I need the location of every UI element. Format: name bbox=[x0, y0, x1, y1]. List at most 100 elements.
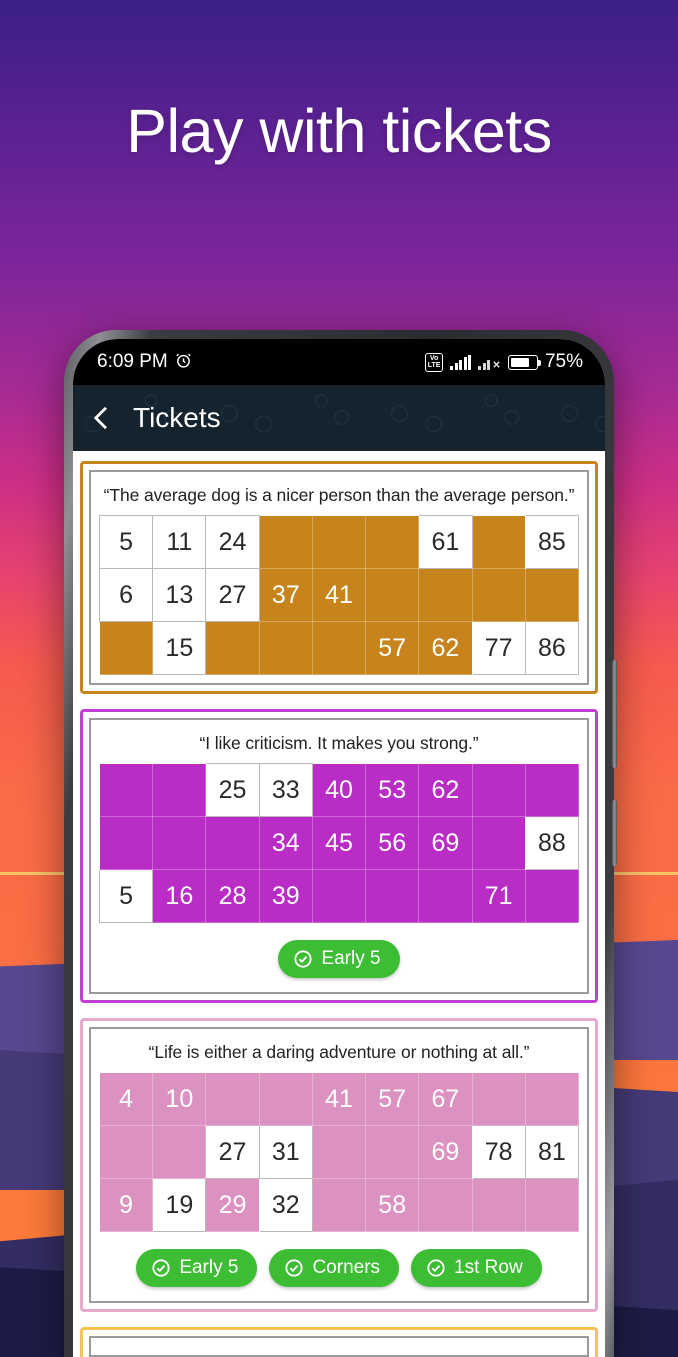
ticket-number-cell[interactable]: 41 bbox=[311, 1072, 367, 1126]
ticket-number-cell[interactable]: 67 bbox=[418, 1072, 473, 1126]
ticket-number-cell[interactable]: 41 bbox=[311, 568, 367, 622]
ticket-blank-cell[interactable] bbox=[418, 568, 473, 622]
ticket-blank-cell[interactable] bbox=[311, 1178, 367, 1232]
ticket-blank-cell[interactable] bbox=[524, 1178, 580, 1232]
ticket-blank-cell[interactable] bbox=[471, 816, 526, 870]
ticket-number-cell[interactable]: 40 bbox=[311, 763, 367, 817]
ticket-number-cell[interactable]: 85 bbox=[524, 515, 580, 569]
ticket-list[interactable]: “The average dog is a nicer person than … bbox=[73, 451, 605, 1357]
ticket-blank-cell[interactable] bbox=[471, 568, 526, 622]
prize-badge[interactable]: Corners bbox=[269, 1249, 400, 1287]
ticket-blank-cell[interactable] bbox=[365, 1125, 420, 1179]
ticket-number-cell[interactable]: 86 bbox=[524, 621, 580, 675]
prize-badge-label: 1st Row bbox=[454, 1257, 523, 1278]
ticket-number-cell[interactable]: 57 bbox=[365, 1072, 420, 1126]
ticket-number-cell[interactable]: 62 bbox=[418, 621, 473, 675]
ticket-blank-cell[interactable] bbox=[258, 515, 313, 569]
ticket-number-cell[interactable]: 27 bbox=[205, 568, 260, 622]
ticket-number-cell[interactable]: 15 bbox=[152, 621, 207, 675]
ticket-blank-cell[interactable] bbox=[205, 1072, 260, 1126]
prize-badge[interactable]: 1st Row bbox=[411, 1249, 542, 1287]
ticket-number-cell[interactable]: 71 bbox=[471, 869, 526, 923]
ticket-number-cell[interactable]: 45 bbox=[311, 816, 367, 870]
ticket-number-cell[interactable]: 57 bbox=[365, 621, 420, 675]
ticket-blank-cell[interactable] bbox=[311, 515, 367, 569]
ticket-blank-cell[interactable] bbox=[152, 763, 207, 817]
ticket-number-cell[interactable]: 53 bbox=[365, 763, 420, 817]
ticket-blank-cell[interactable] bbox=[152, 1125, 207, 1179]
ticket-number-cell[interactable]: 25 bbox=[205, 763, 260, 817]
ticket-number-cell[interactable]: 19 bbox=[152, 1178, 207, 1232]
ticket-blank-cell[interactable] bbox=[205, 621, 260, 675]
ticket-number-cell[interactable]: 61 bbox=[418, 515, 473, 569]
ticket-number-cell[interactable]: 39 bbox=[258, 869, 313, 923]
ticket-blank-cell[interactable] bbox=[471, 1072, 526, 1126]
ticket-number-cell[interactable]: 69 bbox=[418, 1125, 473, 1179]
ticket-number-cell[interactable]: 5 bbox=[98, 869, 154, 923]
ticket-badge-row: Early 5 bbox=[99, 923, 579, 984]
ticket-number-cell[interactable]: 10 bbox=[152, 1072, 207, 1126]
ticket-number-cell[interactable]: 33 bbox=[258, 763, 313, 817]
ticket-blank-cell[interactable] bbox=[365, 515, 420, 569]
ticket-number-cell[interactable]: 37 bbox=[258, 568, 313, 622]
ticket-number-cell[interactable]: 56 bbox=[365, 816, 420, 870]
ticket-number-cell[interactable]: 32 bbox=[258, 1178, 313, 1232]
ticket-blank-cell[interactable] bbox=[205, 816, 260, 870]
ticket-number-cell[interactable]: 16 bbox=[152, 869, 207, 923]
ticket-number-cell[interactable]: 5 bbox=[98, 515, 154, 569]
ticket-number-cell[interactable]: 31 bbox=[258, 1125, 313, 1179]
ticket-number-cell[interactable]: 28 bbox=[205, 869, 260, 923]
ticket-number-cell[interactable]: 6 bbox=[98, 568, 154, 622]
ticket-blank-cell[interactable] bbox=[524, 869, 580, 923]
ticket-number-grid[interactable]: 25 33 40 53 62 34 45 56 69 88 5 16 28 39 71 bbox=[98, 763, 580, 923]
ticket-number-cell[interactable]: 4 bbox=[98, 1072, 154, 1126]
check-circle-icon bbox=[426, 1258, 446, 1278]
prize-badge[interactable]: Early 5 bbox=[278, 940, 400, 978]
ticket-card[interactable] bbox=[80, 1327, 598, 1357]
ticket-blank-cell[interactable] bbox=[471, 515, 526, 569]
ticket-blank-cell[interactable] bbox=[311, 869, 367, 923]
ticket-blank-cell[interactable] bbox=[365, 869, 420, 923]
ticket-blank-cell[interactable] bbox=[524, 1072, 580, 1126]
ticket-blank-cell[interactable] bbox=[152, 816, 207, 870]
ticket-card[interactable]: “I like criticism. It makes you strong.”… bbox=[80, 709, 598, 1003]
ticket-blank-cell[interactable] bbox=[524, 763, 580, 817]
ticket-blank-cell[interactable] bbox=[258, 1072, 313, 1126]
ticket-blank-cell[interactable] bbox=[365, 568, 420, 622]
ticket-number-cell[interactable]: 34 bbox=[258, 816, 313, 870]
ticket-blank-cell[interactable] bbox=[311, 621, 367, 675]
back-chevron-icon[interactable] bbox=[93, 406, 117, 430]
ticket-number-cell[interactable]: 77 bbox=[471, 621, 526, 675]
ticket-blank-cell[interactable] bbox=[471, 1178, 526, 1232]
ticket-blank-cell[interactable] bbox=[311, 1125, 367, 1179]
volume-button[interactable] bbox=[612, 660, 617, 768]
ticket-blank-cell[interactable] bbox=[98, 1125, 154, 1179]
power-button[interactable] bbox=[612, 800, 617, 866]
ticket-number-grid[interactable]: 5 11 24 61 85 6 13 27 37 41 15 57 62 77 86 bbox=[98, 515, 580, 675]
ticket-number-cell[interactable]: 9 bbox=[98, 1178, 154, 1232]
ticket-grid-row: 15 57 62 77 86 bbox=[98, 621, 580, 675]
ticket-blank-cell[interactable] bbox=[418, 869, 473, 923]
ticket-blank-cell[interactable] bbox=[524, 568, 580, 622]
ticket-blank-cell[interactable] bbox=[258, 621, 313, 675]
ticket-number-cell[interactable]: 24 bbox=[205, 515, 260, 569]
ticket-number-cell[interactable]: 27 bbox=[205, 1125, 260, 1179]
ticket-number-cell[interactable]: 58 bbox=[365, 1178, 420, 1232]
ticket-number-cell[interactable]: 88 bbox=[524, 816, 580, 870]
ticket-card[interactable]: “Life is either a daring adventure or no… bbox=[80, 1018, 598, 1312]
ticket-number-cell[interactable]: 69 bbox=[418, 816, 473, 870]
ticket-blank-cell[interactable] bbox=[98, 763, 154, 817]
ticket-number-cell[interactable]: 78 bbox=[471, 1125, 526, 1179]
ticket-number-grid[interactable]: 4 10 41 57 67 27 31 69 78 81 9 19 29 32 58 bbox=[98, 1072, 580, 1232]
ticket-number-cell[interactable]: 11 bbox=[152, 515, 207, 569]
ticket-blank-cell[interactable] bbox=[471, 763, 526, 817]
ticket-number-cell[interactable]: 81 bbox=[524, 1125, 580, 1179]
ticket-number-cell[interactable]: 62 bbox=[418, 763, 473, 817]
ticket-blank-cell[interactable] bbox=[418, 1178, 473, 1232]
ticket-card[interactable]: “The average dog is a nicer person than … bbox=[80, 461, 598, 694]
prize-badge[interactable]: Early 5 bbox=[136, 1249, 258, 1287]
ticket-blank-cell[interactable] bbox=[98, 621, 154, 675]
ticket-number-cell[interactable]: 29 bbox=[205, 1178, 260, 1232]
ticket-blank-cell[interactable] bbox=[98, 816, 154, 870]
ticket-number-cell[interactable]: 13 bbox=[152, 568, 207, 622]
